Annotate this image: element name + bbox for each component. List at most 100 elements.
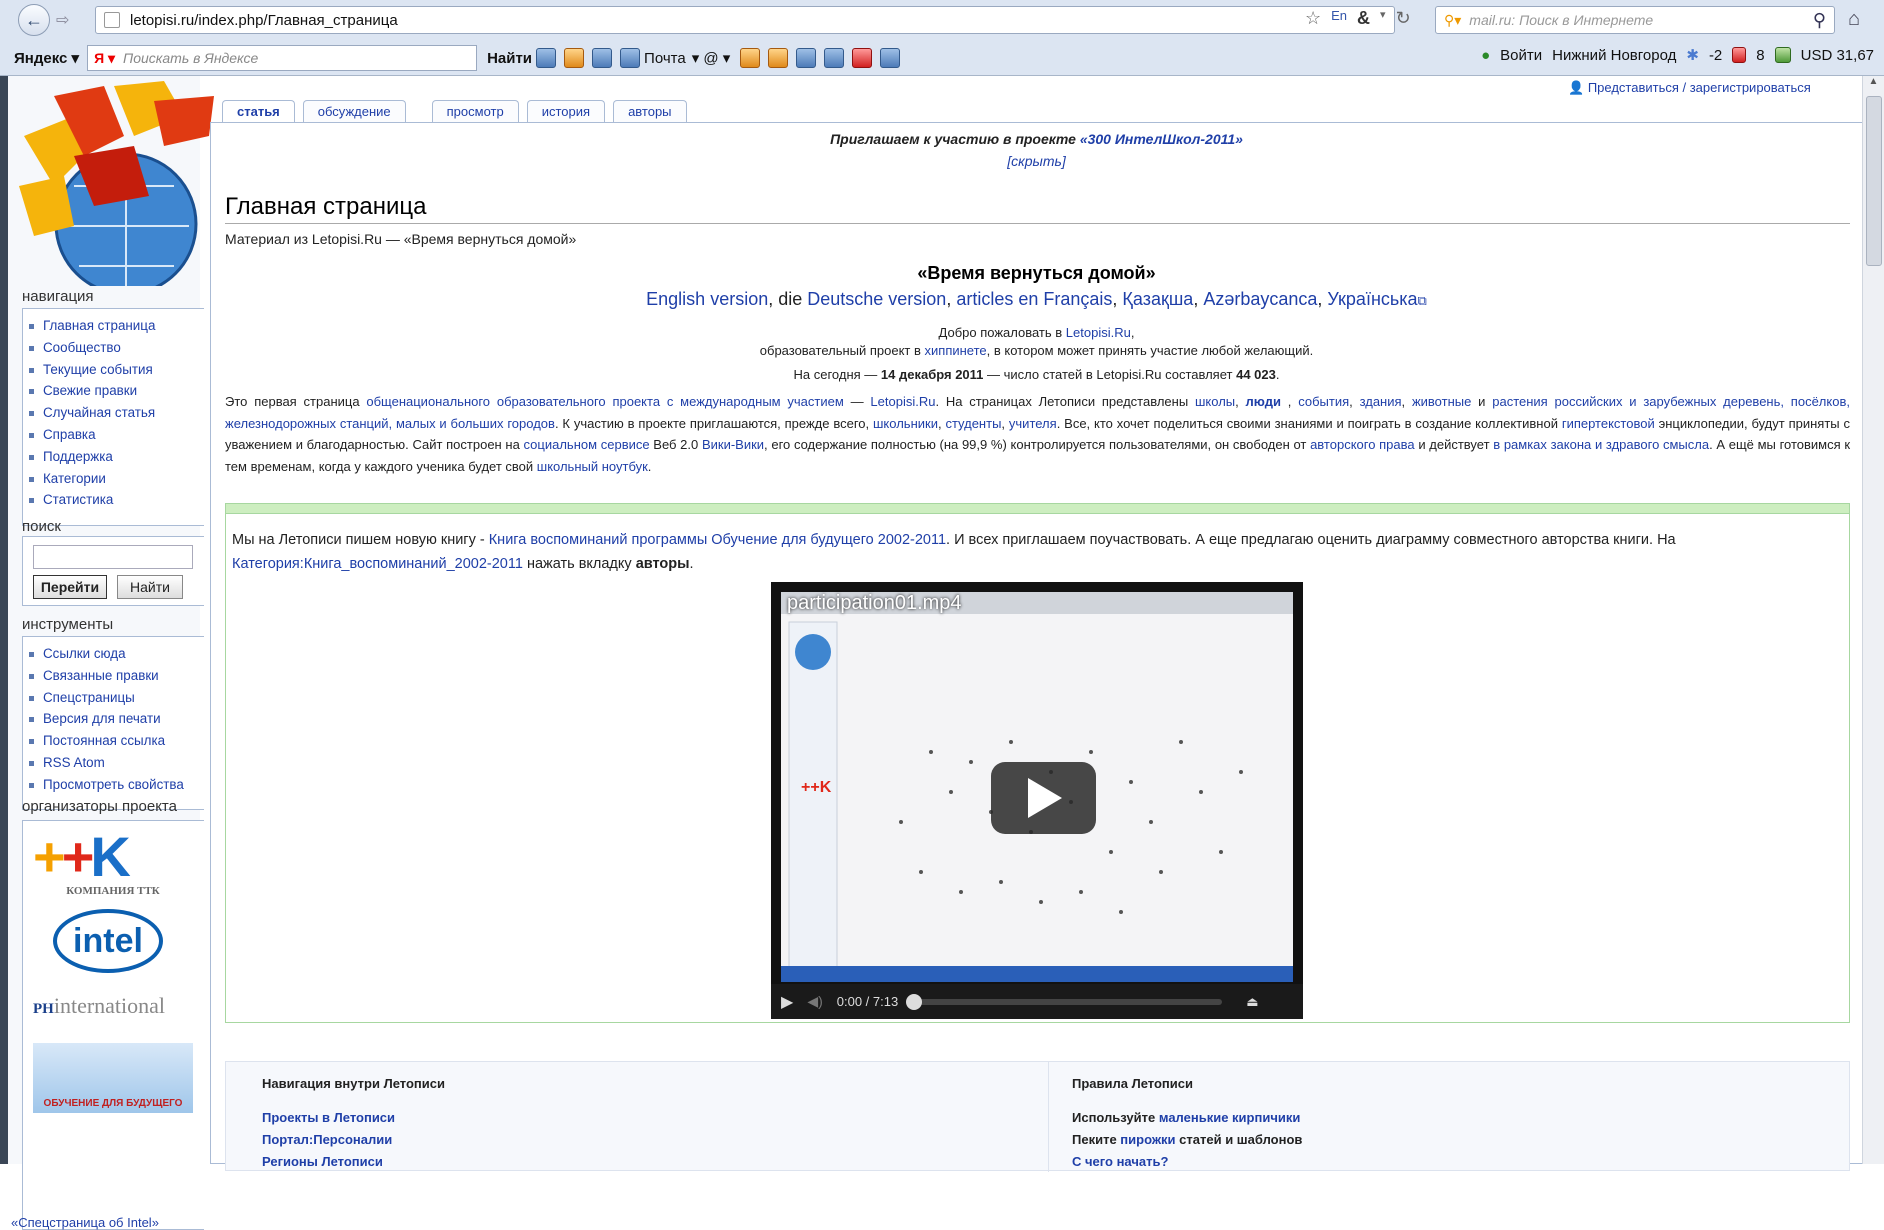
intro-link[interactable]: школы bbox=[1195, 394, 1235, 409]
tab-discussion[interactable]: обсуждение bbox=[302, 100, 406, 122]
toolbar-icon-7[interactable] bbox=[852, 48, 873, 68]
toolbar-icon-1[interactable] bbox=[536, 48, 557, 68]
yandex-search-input[interactable]: Я ▾ Поискать в Яндексе bbox=[87, 45, 478, 71]
toolbar-icon-3[interactable] bbox=[592, 48, 613, 68]
seek-bar[interactable] bbox=[906, 993, 1223, 1010]
site-notice-link[interactable]: «300 ИнтелШкол-2011» bbox=[1080, 131, 1243, 147]
toolbar-icon-6[interactable] bbox=[824, 48, 845, 68]
intro-link[interactable]: здания bbox=[1360, 394, 1402, 409]
toolbar-icon-2[interactable] bbox=[564, 48, 585, 68]
tab-article[interactable]: статья bbox=[222, 100, 295, 122]
lang-fr[interactable]: articles en Français bbox=[956, 289, 1112, 309]
sidebar-item-support[interactable]: Поддержка bbox=[29, 446, 204, 468]
play-button[interactable]: ▶ bbox=[781, 992, 793, 1012]
translate-icon[interactable]: En bbox=[1331, 8, 1347, 29]
intel-special-link[interactable]: «Спецстраница об Intel» bbox=[11, 1215, 159, 1230]
intro-link[interactable]: в рамках закона и здравого смысла bbox=[1493, 437, 1709, 452]
dropdown-icon[interactable]: ▾ bbox=[1380, 8, 1386, 29]
sidebar-item-stats[interactable]: Статистика bbox=[29, 489, 204, 511]
login-link[interactable]: 👤 Представиться / зарегистрироваться bbox=[1568, 80, 1811, 96]
regions-link[interactable]: Регионы Летописи bbox=[262, 1154, 383, 1169]
login-icon[interactable]: ● bbox=[1481, 47, 1490, 64]
go-button[interactable]: Перейти bbox=[33, 575, 107, 599]
city-label[interactable]: Нижний Новгород bbox=[1552, 47, 1676, 64]
favorites-icon[interactable] bbox=[768, 48, 789, 68]
intro-link[interactable]: студенты bbox=[945, 416, 1001, 431]
home-icon[interactable]: ⌂ bbox=[1848, 8, 1860, 31]
find-button[interactable]: Найти bbox=[117, 575, 183, 599]
search-bar[interactable]: ⚲▾ mail.ru: Поиск в Интернете ⚲ bbox=[1435, 6, 1835, 34]
ttk-logo[interactable]: ++K КОМПАНИЯ ТТК bbox=[33, 829, 193, 899]
sidebar-item-main[interactable]: Главная страница bbox=[29, 315, 204, 337]
hippinet-link[interactable]: хиппинете bbox=[925, 343, 987, 358]
tab-view[interactable]: просмотр bbox=[431, 100, 519, 122]
intro-link[interactable]: гипертекстовой bbox=[1562, 416, 1655, 431]
star-icon[interactable]: ☆ bbox=[1305, 8, 1321, 29]
address-bar[interactable]: letopisi.ru/index.php/Главная_страница bbox=[95, 6, 1395, 34]
back-button[interactable]: ← bbox=[18, 4, 50, 36]
toolbar-icon-4[interactable] bbox=[740, 48, 761, 68]
play-icon[interactable] bbox=[991, 762, 1096, 834]
tool-related-changes[interactable]: Связанные правки bbox=[29, 665, 204, 687]
gear-icon[interactable] bbox=[880, 48, 901, 68]
intro-link[interactable]: школьники bbox=[873, 416, 938, 431]
tool-rss[interactable]: RSS Atom bbox=[29, 752, 204, 774]
tool-permalink[interactable]: Постоянная ссылка bbox=[29, 730, 204, 752]
book-link[interactable]: Книга воспоминаний программы Обучение дл… bbox=[489, 532, 946, 548]
tool-whatlinkshere[interactable]: Ссылки сюда bbox=[29, 643, 204, 665]
intel-logo[interactable]: intel bbox=[53, 909, 163, 973]
intro-link[interactable]: Letopisi.Ru bbox=[870, 394, 935, 409]
intro-link[interactable]: Вики-Вики bbox=[702, 437, 764, 452]
hide-link[interactable]: [скрыть] bbox=[1007, 153, 1066, 169]
search-icon[interactable]: ⚲ bbox=[1813, 10, 1826, 31]
tool-special-pages[interactable]: Спецстраницы bbox=[29, 687, 204, 709]
search-engine-icon[interactable]: ⚲▾ bbox=[1444, 12, 1461, 29]
lang-kk[interactable]: Қазақша bbox=[1122, 289, 1193, 309]
persons-portal-link[interactable]: Портал:Персоналии bbox=[262, 1132, 392, 1147]
rule-2-link[interactable]: пирожки bbox=[1120, 1132, 1175, 1147]
getting-started-link[interactable]: С чего начать? bbox=[1072, 1154, 1168, 1169]
lang-de[interactable]: Deutsche version bbox=[807, 289, 946, 309]
vertical-scrollbar[interactable]: ▲ bbox=[1862, 76, 1884, 1164]
site-logo[interactable] bbox=[14, 76, 214, 286]
ph-logo[interactable]: PHinternational bbox=[33, 993, 165, 1019]
sidebar-item-categories[interactable]: Категории bbox=[29, 468, 204, 490]
ampersand-icon[interactable]: & bbox=[1357, 8, 1370, 29]
toolbar-icon-5[interactable] bbox=[796, 48, 817, 68]
intro-link[interactable]: события bbox=[1298, 394, 1349, 409]
login-button[interactable]: Войти bbox=[1500, 47, 1542, 64]
welcome-link[interactable]: Letopisi.Ru bbox=[1066, 325, 1131, 340]
lang-uk[interactable]: Українська bbox=[1327, 289, 1417, 309]
tool-properties[interactable]: Просмотреть свойства bbox=[29, 774, 204, 796]
tab-authors[interactable]: авторы bbox=[613, 100, 687, 122]
reload-icon[interactable]: ↻ bbox=[1396, 8, 1411, 29]
intro-link[interactable]: учителя bbox=[1009, 416, 1057, 431]
forward-button[interactable]: ⇨ bbox=[56, 10, 69, 30]
mail-icon[interactable] bbox=[620, 48, 641, 68]
sidebar-item-help[interactable]: Справка bbox=[29, 424, 204, 446]
scroll-thumb[interactable] bbox=[1866, 96, 1882, 266]
yandex-find-button[interactable]: Найти bbox=[487, 50, 532, 67]
lang-az[interactable]: Azərbaycanca bbox=[1203, 289, 1317, 309]
lang-en[interactable]: English version bbox=[646, 289, 768, 309]
book-category-link[interactable]: Категория:Книга_воспоминаний_2002-2011 bbox=[232, 556, 523, 572]
tab-history[interactable]: история bbox=[526, 100, 606, 122]
fullscreen-icon[interactable]: ⏏ bbox=[1246, 994, 1258, 1010]
sidebar-item-community[interactable]: Сообщество bbox=[29, 337, 204, 359]
intro-link[interactable]: социальном сервисе bbox=[524, 437, 650, 452]
intro-link[interactable]: животные bbox=[1412, 394, 1471, 409]
intro-link[interactable]: общенационального образовательного проек… bbox=[366, 394, 843, 409]
intro-link[interactable]: авторского права bbox=[1310, 437, 1415, 452]
tool-print[interactable]: Версия для печати bbox=[29, 708, 204, 730]
projects-link[interactable]: Проекты в Летописи bbox=[262, 1110, 395, 1125]
volume-icon[interactable]: ◀) bbox=[807, 993, 822, 1010]
future-banner[interactable]: ОБУЧЕНИЕ ДЛЯ БУДУЩЕГО bbox=[33, 1043, 193, 1113]
sidebar-item-recent[interactable]: Свежие правки bbox=[29, 380, 204, 402]
yandex-menu[interactable]: Яндекс ▾ bbox=[14, 49, 79, 67]
sidebar-item-current[interactable]: Текущие события bbox=[29, 359, 204, 381]
wiki-search-input[interactable] bbox=[33, 545, 193, 569]
mail-button[interactable]: Почта bbox=[644, 50, 686, 67]
sidebar-item-random[interactable]: Случайная статья bbox=[29, 402, 204, 424]
video-player[interactable]: ++K participation01.mp4 ▶ ◀) 0:00 / 7:13… bbox=[771, 582, 1303, 1019]
rule-1-link[interactable]: маленькие кирпичики bbox=[1159, 1110, 1301, 1125]
